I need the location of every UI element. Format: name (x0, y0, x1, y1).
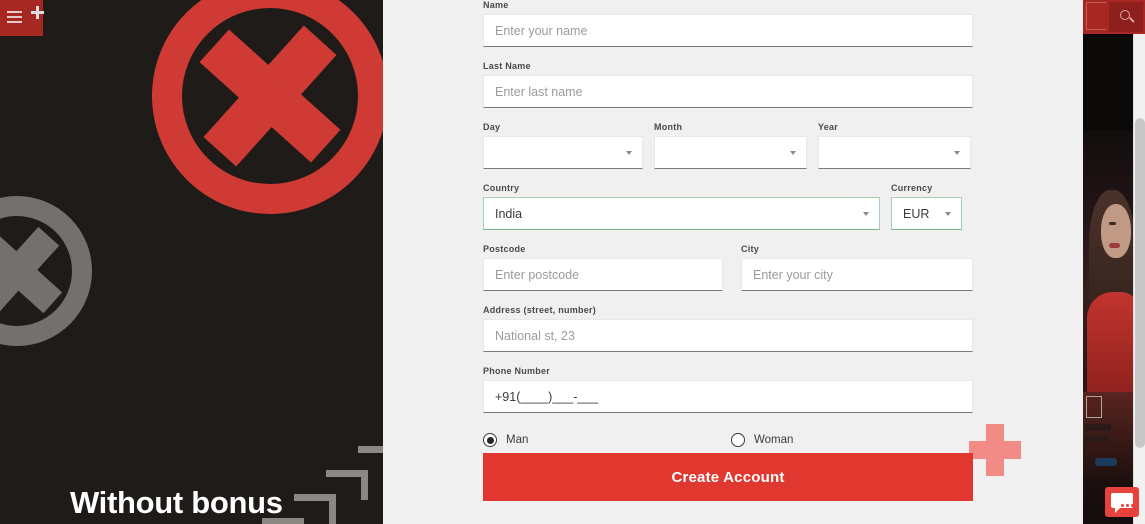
photo-chip-blue (1095, 458, 1117, 466)
promo-title: Without bonus (70, 485, 283, 520)
top-bar-frame (1086, 2, 1106, 30)
hamburger-menu-icon[interactable] (7, 11, 22, 26)
chevron-down-icon (954, 151, 960, 155)
field-last-name: Last Name Enter last name (483, 61, 973, 108)
scrollbar-thumb[interactable] (1135, 118, 1145, 448)
registration-form: Name Enter your name Last Name Enter las… (483, 0, 973, 501)
city-input[interactable]: Enter your city (741, 258, 973, 291)
currency-select[interactable]: EUR (891, 197, 962, 230)
radio-label-man: Man (506, 434, 529, 446)
photo-card (1086, 396, 1102, 418)
search-button[interactable] (1109, 2, 1143, 32)
label-month: Month (654, 122, 683, 132)
phone-input[interactable]: +91(____)___-___ (483, 380, 973, 413)
country-select[interactable]: India (483, 197, 880, 230)
plus-icon[interactable] (31, 6, 44, 19)
field-month: Month (654, 122, 807, 169)
chat-dots-icon (1121, 504, 1134, 507)
chevron-down-icon (626, 151, 632, 155)
top-bar-right (1083, 0, 1145, 34)
page-root: Without bonus Name Enter your name Last … (0, 0, 1145, 524)
label-phone: Phone Number (483, 366, 551, 376)
birthdate-row: Day Month Year (483, 122, 973, 169)
field-currency: Currency EUR (891, 183, 962, 230)
label-year: Year (818, 122, 839, 132)
radio-label-woman: Woman (754, 434, 794, 446)
radio-option-man[interactable]: Man (483, 433, 731, 447)
label-postcode: Postcode (483, 244, 526, 254)
gender-radio-group: Man Woman (483, 433, 973, 453)
photo-eye (1109, 222, 1116, 225)
radio-button-woman[interactable] (731, 433, 745, 447)
postcode-city-row: Postcode Enter postcode City Enter your … (483, 244, 973, 291)
create-account-button[interactable]: Create Account (483, 453, 973, 501)
currency-value: EUR (903, 206, 930, 221)
day-select[interactable] (483, 136, 643, 169)
label-name: Name (483, 0, 509, 10)
photo-chips (1085, 424, 1111, 431)
page-scrollbar[interactable] (1133, 0, 1145, 524)
photo-lips (1109, 243, 1120, 248)
casino-plus-logo-ghost-icon (0, 196, 92, 346)
name-input[interactable]: Enter your name (483, 14, 973, 47)
radio-option-woman[interactable]: Woman (731, 433, 793, 447)
field-day: Day (483, 122, 643, 169)
field-year: Year (818, 122, 971, 169)
chevron-down-icon (945, 212, 951, 216)
chat-bubble-icon (1111, 493, 1134, 513)
label-country: Country (483, 183, 520, 193)
registration-form-panel: Name Enter your name Last Name Enter las… (383, 0, 1083, 524)
plus-decoration-icon (969, 424, 1021, 476)
field-name: Name Enter your name (483, 0, 973, 47)
field-city: City Enter your city (741, 244, 973, 291)
field-postcode: Postcode Enter postcode (483, 244, 723, 291)
photo-dress (1087, 292, 1133, 402)
photo-chips (1085, 436, 1107, 442)
photo-face (1101, 204, 1131, 258)
year-select[interactable] (818, 136, 971, 169)
chat-widget-button[interactable] (1105, 487, 1139, 517)
last-name-input[interactable]: Enter last name (483, 75, 973, 108)
field-country: Country India (483, 183, 880, 230)
label-currency: Currency (891, 183, 933, 193)
field-phone: Phone Number +91(____)___-___ (483, 366, 973, 413)
postcode-input[interactable]: Enter postcode (483, 258, 723, 291)
label-day: Day (483, 122, 501, 132)
chevron-down-icon (790, 151, 796, 155)
month-select[interactable] (654, 136, 807, 169)
casino-plus-logo-icon (152, 0, 383, 214)
chevron-down-icon (863, 212, 869, 216)
search-icon (1120, 10, 1130, 20)
label-city: City (741, 244, 760, 254)
radio-button-man[interactable] (483, 433, 497, 447)
label-last-name: Last Name (483, 61, 531, 71)
promo-panel: Without bonus (0, 0, 383, 524)
chevron-decoration-group (262, 398, 383, 524)
address-input[interactable]: National st, 23 (483, 319, 973, 352)
country-currency-row: Country India Currency EUR (483, 183, 973, 230)
country-value: India (495, 206, 523, 221)
label-address: Address (street, number) (483, 305, 597, 315)
promo-photo-strip (1083, 0, 1133, 524)
field-address: Address (street, number) National st, 23 (483, 305, 973, 352)
